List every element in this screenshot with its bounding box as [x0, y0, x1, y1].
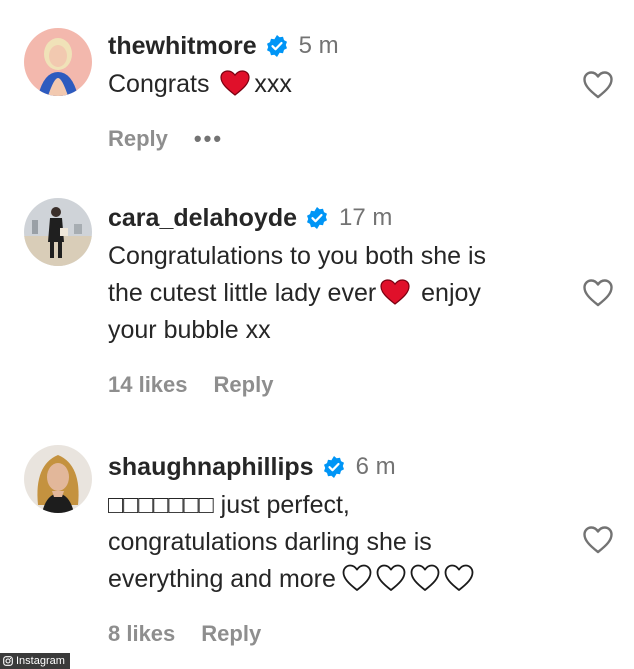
comment-text: Congratulations to you both she is the c…	[108, 242, 487, 344]
heart-outline-icon[interactable]	[582, 70, 614, 100]
watermark-label: Instagram	[16, 655, 65, 667]
white-heart-emoji-icon	[410, 564, 440, 591]
username[interactable]: cara_delahoyde	[108, 202, 297, 234]
username[interactable]: thewhitmore	[108, 30, 257, 62]
comment-meta: 8 likes Reply	[108, 618, 568, 650]
heart-outline-icon[interactable]	[582, 525, 614, 555]
white-heart-emoji-icon	[376, 564, 406, 591]
red-heart-emoji-icon	[380, 279, 410, 305]
timestamp: 17 m	[339, 204, 393, 231]
white-heart-emoji-icon	[444, 564, 474, 591]
red-heart-emoji-icon	[220, 70, 250, 96]
heart-outline-icon[interactable]	[582, 278, 614, 308]
instagram-camera-icon	[3, 656, 13, 666]
avatar[interactable]	[24, 28, 92, 96]
reply-button[interactable]: Reply	[201, 621, 261, 647]
avatar[interactable]	[24, 445, 92, 513]
comment-header: thewhitmore 5 m	[108, 30, 568, 62]
more-options-button[interactable]: •••	[194, 126, 223, 152]
comment-header: shaughnaphillips 6 m	[108, 451, 568, 483]
reply-button[interactable]: Reply	[214, 372, 274, 398]
username[interactable]: shaughnaphillips	[108, 451, 314, 483]
comment-text: Congrats xxx	[108, 70, 292, 98]
likes-count[interactable]: 8 likes	[108, 621, 175, 647]
comment-meta: 14 likes Reply	[108, 369, 568, 401]
likes-count[interactable]: 14 likes	[108, 372, 188, 398]
verified-badge-icon	[266, 35, 287, 57]
verified-badge-icon	[323, 456, 344, 478]
instagram-watermark: Instagram	[0, 653, 70, 669]
timestamp: 6 m	[355, 453, 396, 480]
timestamp: 5 m	[298, 32, 339, 59]
comment-text: □□□□□□□ just perfect, congratulations da…	[108, 487, 568, 598]
verified-badge-icon	[307, 207, 327, 229]
reply-button[interactable]: Reply	[108, 126, 168, 152]
comment-header: cara_delahoyde 17 m	[108, 202, 568, 234]
white-hearts-emoji-group	[342, 564, 474, 592]
comment-meta: Reply •••	[108, 123, 568, 155]
avatar[interactable]	[24, 198, 92, 266]
white-heart-emoji-icon	[342, 564, 372, 591]
